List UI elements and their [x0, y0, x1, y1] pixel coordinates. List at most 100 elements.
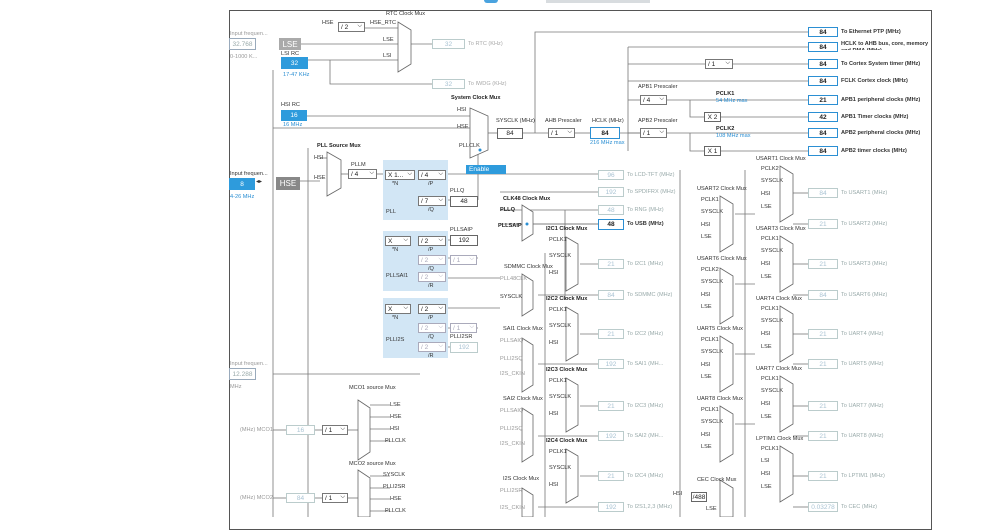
pll-source-title: PLL Source Mux [317, 143, 361, 149]
apb2-prescaler-select[interactable]: / 1 ⌵ [640, 128, 667, 138]
plln-select[interactable]: X 1... ⌵ [385, 170, 415, 180]
pllsai-r-select[interactable]: / 2 ⌵ [418, 272, 446, 282]
sai2-in-0: PLLSAIQ [500, 408, 524, 414]
rtc-hse-divider[interactable]: / 2 ⌵ [338, 22, 365, 32]
usart3-in-2: HSI [761, 261, 771, 267]
chevron-down-icon: ⌵ [403, 305, 408, 311]
rtc-lse-label: LSE [383, 37, 394, 43]
plli2s-r-select[interactable]: / 2 ⌵ [418, 342, 446, 352]
pllsai-q2-select[interactable]: / 1 ⌵ [450, 255, 477, 265]
pllsai-q-value: / 2 [421, 256, 429, 264]
sdmmc-label: To SDMMC (MHz) [627, 292, 673, 298]
usart2-label: To USART2 (MHz) [841, 221, 888, 227]
i2c2-in-2: HSI [549, 340, 559, 346]
uart4-mux-title: UART4 Clock Mux [756, 296, 802, 302]
uart5-in-3: LSE [701, 374, 712, 380]
uart7-mux-title: UART7 Clock Mux [756, 366, 802, 372]
usart1-in-2: HSI [761, 191, 771, 197]
chevron-down-icon: ⌵ [438, 256, 443, 262]
usart1-in-0: PCLK2 [761, 166, 779, 172]
uart5-in-0: PCLK1 [701, 337, 719, 343]
mco1-divider[interactable]: / 1 ⌵ [322, 425, 348, 435]
lptim1-in-1: LSI [761, 458, 770, 464]
pllm-select[interactable]: / 4 ⌵ [348, 169, 377, 179]
usart3-in-3: LSE [761, 274, 772, 280]
ahb-prescaler-select[interactable]: / 1 ⌵ [548, 128, 575, 138]
i2c4-value: 21 [598, 471, 624, 481]
mco2-divider[interactable]: / 1 ⌵ [322, 493, 348, 503]
apb1-prescaler-select[interactable]: / 4 ⌵ [640, 95, 667, 105]
pllq-select[interactable]: / 7 ⌵ [418, 196, 446, 206]
spdifrx-label: To SPDIFRX (MHz) [627, 189, 676, 195]
sai1-value: 192 [598, 359, 624, 369]
plli2s-q-value: / 2 [421, 324, 429, 332]
pllsai-p-label: /P [428, 247, 434, 253]
hclk-input[interactable]: 84 [590, 127, 620, 139]
sysclk-label: SYSCLK (MHz) [496, 118, 535, 124]
pllsai-n-select[interactable]: X ⌵ [385, 236, 411, 246]
rtc-hse-divider-value: / 2 [341, 23, 349, 31]
chevron-down-icon: ⌵ [369, 170, 374, 176]
uart7-in-0: PCLK1 [761, 376, 779, 382]
clk48-pllq: PLLQ [500, 207, 515, 213]
lsi-rc-value: 32 [281, 57, 308, 69]
plli2s-q-label: /Q [428, 334, 434, 340]
i2s-in-0: PLLI2SR [500, 488, 523, 494]
apb2-prescaler-label: APB2 Prescaler [638, 118, 678, 124]
i2c3-in-1: SYSCLK [549, 394, 572, 400]
hsi-rc-label: HSI RC [281, 102, 300, 108]
pllp-select[interactable]: / 4 ⌵ [418, 170, 446, 180]
usart2-value: 21 [808, 219, 838, 229]
ahb-prescaler-label: AHB Prescaler [545, 118, 582, 124]
chevron-down-icon: ⌵ [438, 197, 443, 203]
hclk-ahb-label: HCLK to AHB bus, core, memory and DMA (M… [841, 41, 929, 50]
usart2-in-3: LSE [701, 234, 712, 240]
css-enable-button[interactable]: Enable [466, 165, 506, 174]
lse-input-field[interactable]: 32.768 [229, 38, 256, 50]
hse-range: 4-26 MHz [230, 194, 255, 200]
rtc-hse-label: HSE [322, 20, 334, 26]
plli2s-q2-select[interactable]: / 1 ⌵ [450, 323, 477, 333]
chevron-down-icon: ⌵ [438, 237, 443, 243]
system-mux-title: System Clock Mux [451, 95, 501, 101]
chevron-down-icon: ⌵ [340, 494, 345, 500]
apb1-peripheral-label: APB1 peripheral clocks (MHz) [841, 97, 921, 103]
lse-range: 0-1000 K... [230, 54, 258, 60]
pllq-q-label: /Q [428, 207, 434, 213]
hse-oscillator[interactable]: HSE [276, 177, 300, 190]
usart1-in-3: LSE [761, 204, 772, 210]
ethernet-ptp-value: 84 [808, 27, 838, 37]
usart3-in-1: SYSCLK [761, 248, 784, 254]
pllsai-q2-value: / 1 [453, 256, 461, 264]
apb1-timer-multiplier: X 2 [704, 112, 721, 122]
apb1-timer-value: 42 [808, 112, 838, 122]
system-mux-pllclk: PLLCLK [459, 143, 480, 149]
pllm-label: PLLM [351, 162, 366, 168]
hse-input-field[interactable]: 8 [229, 178, 255, 190]
sai1-in-2: I2S_CKIN [500, 371, 525, 377]
sdmmc-mux-title: SDMMC Clock Mux [504, 264, 553, 270]
plli2s-q-select[interactable]: / 2 ⌵ [418, 323, 446, 333]
i2s-input-field[interactable]: 12.288 [229, 368, 256, 380]
pllsai-q-select[interactable]: / 2 ⌵ [418, 255, 446, 265]
i2c4-mux-title: I2C4 Clock Mux [546, 438, 588, 444]
usart3-mux-title: USART3 Clock Mux [756, 226, 806, 232]
sai2-in-2: I2S_CKIN [500, 441, 525, 447]
lse-oscillator[interactable]: LSE [279, 38, 301, 50]
mco1-mux-title: MCO1 source Mux [349, 385, 396, 391]
i2c2-in-0: PCLK1 [549, 307, 567, 313]
pllsai-p-select[interactable]: / 2 ⌵ [418, 236, 446, 246]
rtc-output-label: To RTC (KHz) [468, 41, 503, 47]
cortex-timer-divider[interactable]: / 1 ⌵ [705, 59, 733, 69]
pllsai-n-value: X [388, 237, 393, 245]
clk48-mux-title: CLK48 Clock Mux [503, 196, 551, 202]
usart1-mux-title: USART1 Clock Mux [756, 156, 806, 162]
uart7-value: 21 [808, 401, 838, 411]
iwdg-value: 32 [432, 79, 465, 89]
hclk-max: 216 MHz max [590, 140, 625, 146]
i2c4-in-2: HSI [549, 482, 559, 488]
sai2-mux-title: SAI2 Clock Mux [503, 396, 543, 402]
plli2s-p-select[interactable]: / 2 ⌵ [418, 304, 446, 314]
plli2s-n-select[interactable]: X ⌵ [385, 304, 411, 314]
ethernet-ptp-label: To Ethernet PTP (MHz) [841, 29, 901, 35]
